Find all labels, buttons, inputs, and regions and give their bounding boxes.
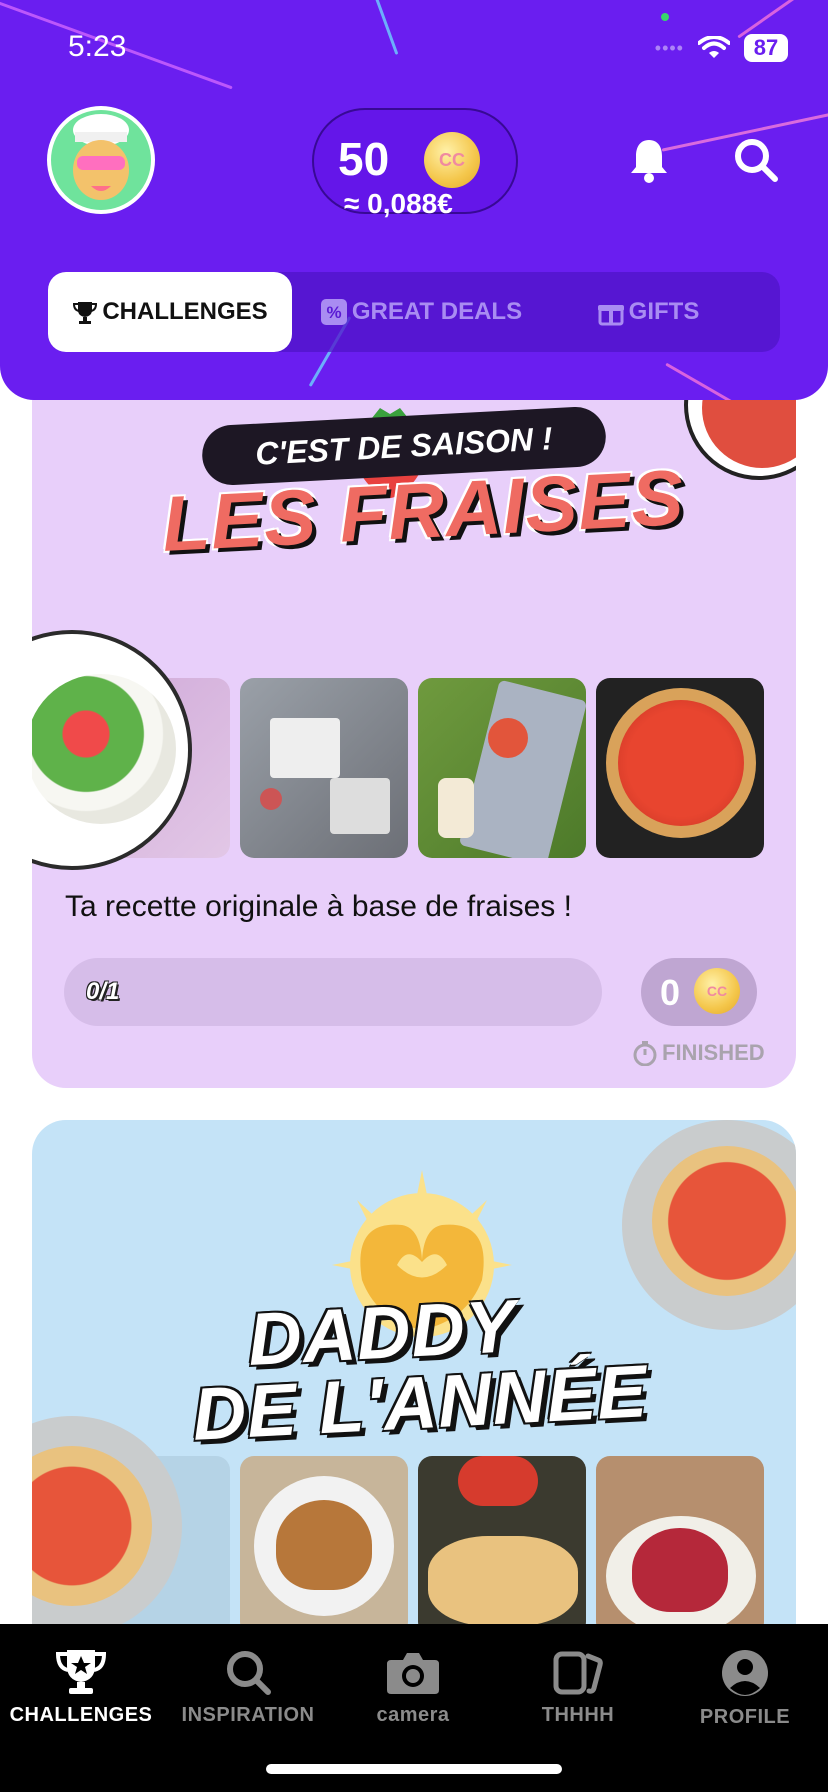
gift-icon (597, 305, 624, 326)
notification-button[interactable] (621, 132, 677, 188)
decorative-streak (665, 362, 745, 400)
status-time: 5:23 (68, 30, 127, 63)
nav-label: THHHH (541, 1704, 615, 1726)
entry-thumbnail[interactable] (596, 678, 764, 858)
entry-thumbnail[interactable] (418, 1456, 586, 1636)
nav-profile[interactable]: PROFILE (670, 1648, 820, 1729)
entry-thumbnail[interactable] (418, 678, 586, 858)
coin-value: ≈ 0,088€ (344, 188, 453, 219)
challenge-description: Ta recette originale à base de fraises ! (65, 890, 572, 923)
chef-memoji-icon (73, 114, 129, 200)
tab-great-deals[interactable]: % GREAT DEALS (306, 272, 536, 352)
challenge-card-daddy[interactable]: DADDY DE L'ANNÉE (32, 1120, 796, 1640)
coin-icon: CC (694, 968, 740, 1014)
challenge-progress-bar: 0/1 (64, 958, 602, 1026)
pizza-plate-decoration (622, 1120, 796, 1330)
profile-icon (722, 1650, 768, 1696)
percent-tag-icon: % (320, 299, 347, 325)
stopwatch-icon (633, 1041, 657, 1066)
decorative-streak (737, 0, 813, 39)
nav-camera[interactable]: camera (338, 1648, 488, 1727)
search-icon (735, 139, 778, 182)
wifi-icon (698, 36, 730, 58)
avatar[interactable] (47, 106, 155, 214)
status-icons: •••• 87 (655, 34, 788, 62)
battery-indicator: 87 (744, 34, 788, 62)
decorative-streak (371, 0, 399, 55)
coin-icon: CC (424, 132, 480, 188)
tab-bar: CHALLENGES % GREAT DEALS GIFTS (48, 272, 780, 352)
entry-thumbnail[interactable] (596, 1456, 764, 1636)
trophy-icon (55, 1650, 107, 1694)
tab-label: GIFTS (628, 298, 700, 325)
svg-text:%: % (326, 303, 341, 322)
bell-icon (631, 140, 667, 183)
reward-amount: 0 (660, 972, 681, 1013)
progress-label: 0/1 (86, 978, 120, 1005)
trophy-icon (73, 302, 98, 324)
cellular-signal-icon: •••• (654, 37, 684, 58)
nav-challenges[interactable]: CHALLENGES (6, 1648, 156, 1727)
tab-challenges[interactable]: CHALLENGES (48, 272, 292, 352)
nav-label: INSPIRATION (181, 1704, 315, 1726)
search-button[interactable] (728, 132, 784, 188)
home-indicator[interactable] (266, 1764, 562, 1774)
app-header: 5:23 •••• 87 50 CC ≈ 0,088€ CHALLENGES %… (0, 0, 828, 400)
tab-gifts[interactable]: GIFTS (548, 272, 748, 352)
status-label: FINISHED (662, 1040, 765, 1065)
nav-thhhh[interactable]: THHHH (503, 1648, 653, 1727)
nav-label: camera (376, 1704, 450, 1726)
tab-label: GREAT DEALS (351, 298, 523, 325)
privacy-indicator (661, 13, 669, 21)
cards-icon (553, 1651, 603, 1695)
nav-label: CHALLENGES (9, 1704, 153, 1726)
challenge-status: FINISHED (632, 1040, 765, 1066)
entry-thumbnail[interactable] (240, 678, 408, 858)
nav-inspiration[interactable]: INSPIRATION (173, 1648, 323, 1727)
camera-icon (387, 1653, 439, 1694)
nav-label: PROFILE (699, 1706, 791, 1728)
coin-count: 50 (338, 133, 390, 185)
tab-label: CHALLENGES (102, 298, 268, 325)
search-icon (227, 1651, 271, 1695)
entry-thumbnail[interactable] (240, 1456, 408, 1636)
